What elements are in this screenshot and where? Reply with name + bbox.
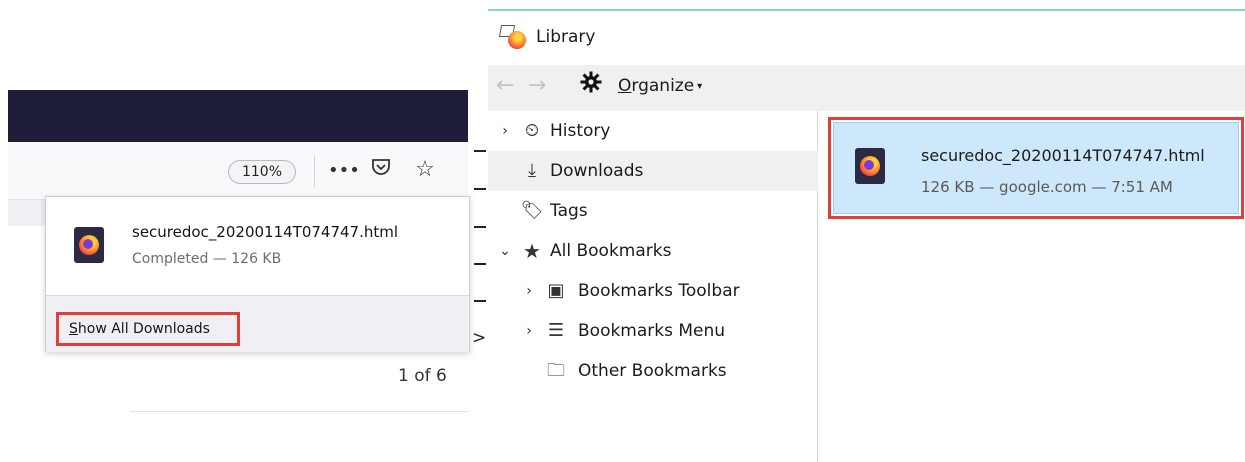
download-icon: ⤓ xyxy=(528,160,536,181)
sidebar-item-tags[interactable]: 🏷 Tags xyxy=(488,191,818,231)
show-all-downloads-label: how All Downloads xyxy=(77,321,210,337)
downloads-panel: securedoc_20200114T074747.html Completed… xyxy=(45,196,470,352)
more-actions-icon[interactable]: ••• xyxy=(328,157,360,185)
sidebar-item-label: Tags xyxy=(550,201,588,221)
bookmark-star-icon[interactable]: ☆ xyxy=(410,156,440,184)
toolbar-separator xyxy=(314,155,315,187)
sidebar-item-label: Downloads xyxy=(550,161,644,181)
sidebar-item-label: Other Bookmarks xyxy=(578,361,727,381)
show-all-downloads-button[interactable]: Show All Downloads xyxy=(56,312,240,346)
chevron-right-icon[interactable]: › xyxy=(498,111,512,151)
sidebar-item-bookmarks-toolbar[interactable]: › ▣ Bookmarks Toolbar xyxy=(488,271,818,311)
clock-icon: ⏲ xyxy=(524,120,540,141)
connector-dash xyxy=(474,226,486,228)
selected-item-background xyxy=(833,122,1239,214)
sidebar-item-label: Bookmarks Menu xyxy=(578,321,726,341)
download-list-item[interactable]: securedoc_20200114T074747.html 126 KB — … xyxy=(828,117,1244,219)
library-window: Library ← → Organize ▾ › ⏲ History ⤓ Dow… xyxy=(488,9,1245,462)
downloads-list: securedoc_20200114T074747.html 126 KB — … xyxy=(820,111,1245,462)
chevron-down-icon[interactable]: ⌄ xyxy=(498,231,512,271)
bookmarks-toolbar-icon: ▣ xyxy=(547,280,565,301)
download-status: Completed — 126 KB xyxy=(132,251,282,267)
library-sidebar: › ⏲ History ⤓ Downloads 🏷 Tags ⌄ ★ All B… xyxy=(488,111,818,462)
sidebar-item-label: All Bookmarks xyxy=(550,241,672,261)
bookmarks-menu-icon: ☰ xyxy=(547,320,565,341)
connector-dash xyxy=(474,263,486,265)
connector-dash xyxy=(474,150,486,152)
firefox-file-icon xyxy=(855,148,885,184)
connector-dash xyxy=(474,188,486,190)
download-filename: securedoc_20200114T074747.html xyxy=(921,146,1205,165)
organize-label: rganize xyxy=(631,76,695,96)
star-icon: ★ xyxy=(523,239,541,263)
access-key: S xyxy=(69,321,78,337)
library-title: Library xyxy=(536,27,596,47)
tag-icon: 🏷 xyxy=(520,200,544,221)
browser-titlebar xyxy=(8,90,468,142)
download-filename: securedoc_20200114T074747.html xyxy=(132,223,399,241)
library-app-icon xyxy=(498,25,526,51)
find-result-count: 1 of 6 xyxy=(398,366,447,386)
firefox-file-icon xyxy=(74,227,104,263)
sidebar-item-all-bookmarks[interactable]: ⌄ ★ All Bookmarks xyxy=(488,231,818,271)
sidebar-item-downloads[interactable]: ⤓ Downloads xyxy=(488,151,818,191)
downloads-panel-footer: Show All Downloads xyxy=(46,295,469,352)
back-arrow-icon[interactable]: ← xyxy=(496,73,514,98)
gear-icon[interactable] xyxy=(580,71,602,99)
download-item[interactable]: securedoc_20200114T074747.html Completed… xyxy=(46,197,469,295)
sidebar-item-other-bookmarks[interactable]: 🗀 Other Bookmarks xyxy=(488,351,818,391)
zoom-level-button[interactable]: 110% xyxy=(228,160,296,184)
folder-icon: 🗀 xyxy=(547,360,565,381)
sidebar-item-label: History xyxy=(550,121,611,141)
pocket-icon[interactable] xyxy=(366,156,396,184)
access-key: O xyxy=(618,76,632,96)
sidebar-item-history[interactable]: › ⏲ History xyxy=(488,111,818,151)
chevron-right-icon[interactable]: › xyxy=(522,271,536,311)
chevron-right-icon[interactable]: › xyxy=(522,311,536,351)
connector-dash xyxy=(474,300,486,302)
sidebar-item-label: Bookmarks Toolbar xyxy=(578,281,740,301)
download-meta: 126 KB — google.com — 7:51 AM xyxy=(921,178,1173,196)
divider xyxy=(130,411,468,412)
forward-arrow-icon[interactable]: → xyxy=(528,73,546,98)
organize-menu-button[interactable]: Organize ▾ xyxy=(618,76,702,96)
connector-arrow: > xyxy=(472,328,487,348)
sidebar-item-bookmarks-menu[interactable]: › ☰ Bookmarks Menu xyxy=(488,311,818,351)
chevron-down-icon: ▾ xyxy=(697,80,703,92)
